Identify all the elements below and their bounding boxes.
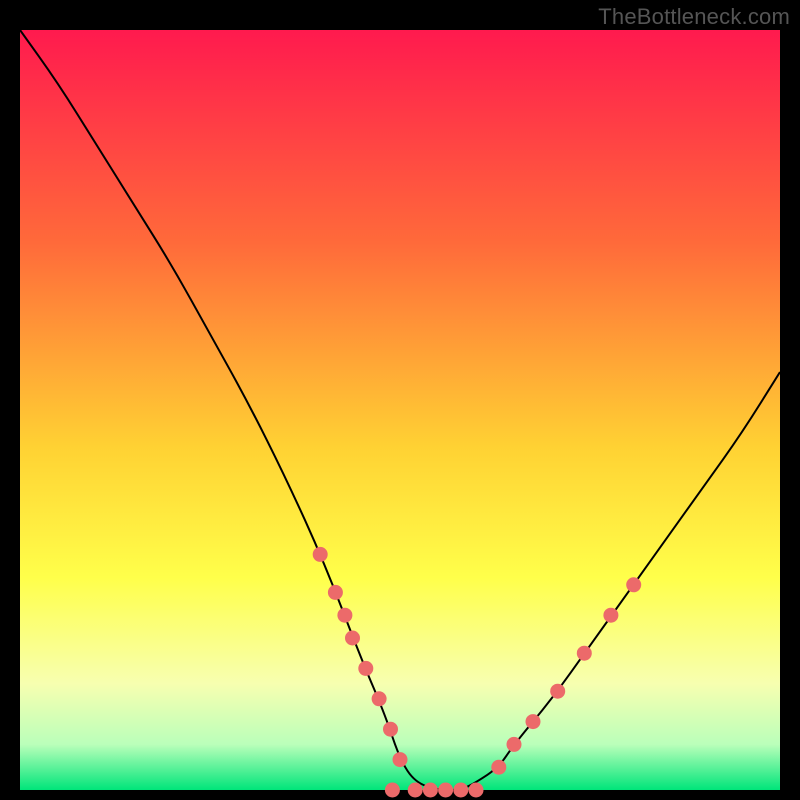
data-dot [491, 760, 506, 775]
data-dot [408, 783, 423, 798]
data-dot [423, 783, 438, 798]
data-dot [507, 737, 522, 752]
data-dot [453, 783, 468, 798]
data-dot [358, 661, 373, 676]
data-dot [577, 646, 592, 661]
data-dot [328, 585, 343, 600]
data-dot [550, 684, 565, 699]
data-dot [337, 608, 352, 623]
data-dot [626, 577, 641, 592]
data-dot [372, 691, 387, 706]
plot-background [20, 30, 780, 790]
data-dot [383, 722, 398, 737]
data-dot [469, 783, 484, 798]
data-dot [313, 547, 328, 562]
data-dot [526, 714, 541, 729]
data-dot [393, 752, 408, 767]
data-dot [385, 783, 400, 798]
bottleneck-chart [0, 0, 800, 800]
chart-frame: { "watermark": "TheBottleneck.com", "col… [0, 0, 800, 800]
data-dot [438, 783, 453, 798]
data-dot [603, 608, 618, 623]
data-dot [345, 631, 360, 646]
